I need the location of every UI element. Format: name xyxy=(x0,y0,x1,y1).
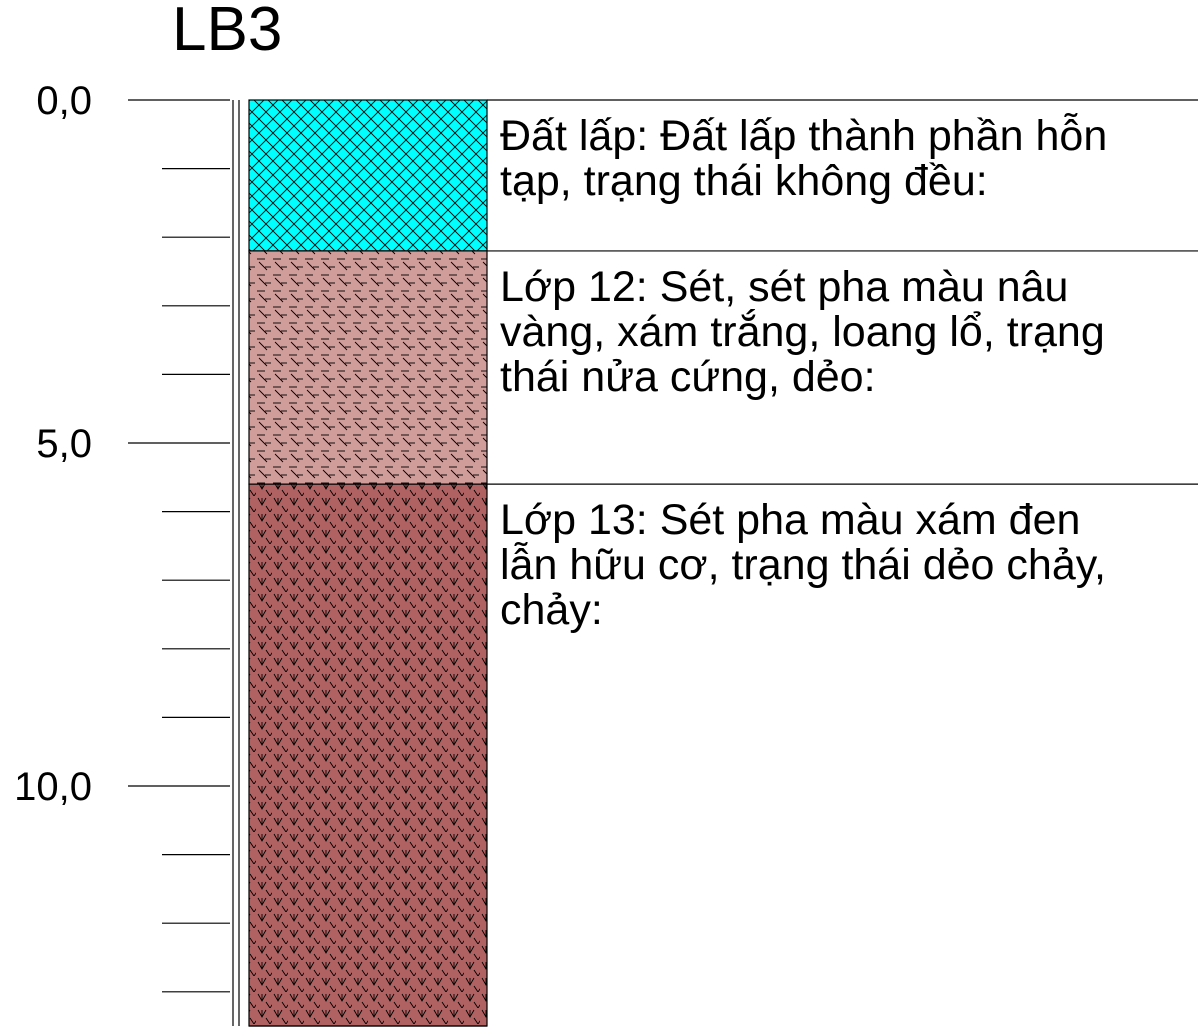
layer-description-line: Đất lấp: Đất lấp thành phần hỗn xyxy=(500,112,1107,160)
borehole-title: LB3 xyxy=(172,0,282,64)
layer-description-line: Lớp 12: Sét, sét pha màu nâu xyxy=(500,263,1068,311)
layer-description-line: Lớp 13: Sét pha màu xám đen xyxy=(500,496,1080,544)
layer-description-line: vàng, xám trắng, loang lổ, trạng xyxy=(500,308,1105,356)
layer-pattern xyxy=(248,99,488,252)
layer-description-line: tạp, trạng thái không đều: xyxy=(500,157,988,205)
borehole-log: LB3 0,0 5,0 10,0 Đất lấp: Đất lấp thành ph… xyxy=(14,0,1198,1027)
depth-label: 10,0 xyxy=(14,765,92,809)
depth-label: 0,0 xyxy=(36,79,92,123)
layer-pattern xyxy=(248,250,488,485)
layer-description-line: lẫn hữu cơ, trạng thái dẻo chảy, xyxy=(500,541,1106,589)
layer-description-line: thái nửa cứng, dẻo: xyxy=(500,353,876,401)
layer-description-line: chảy: xyxy=(500,586,603,634)
layer-pattern xyxy=(248,483,488,1027)
depth-label: 5,0 xyxy=(36,422,92,466)
depth-axis: 0,0 5,0 10,0 xyxy=(14,79,240,1026)
soil-layers: Đất lấp: Đất lấp thành phần hỗntạp, trạn… xyxy=(248,99,1198,1027)
